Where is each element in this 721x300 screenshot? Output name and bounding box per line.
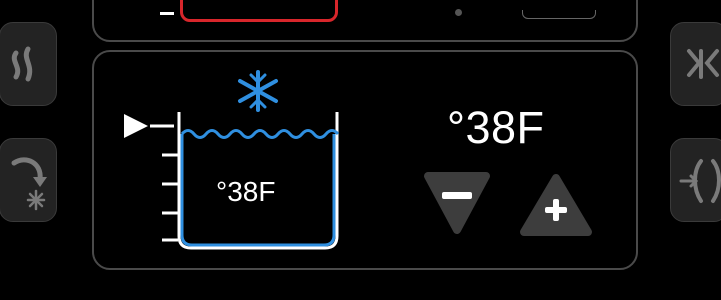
- minus-icon: [442, 192, 472, 199]
- upper-slot: [522, 10, 596, 19]
- upper-tick: [160, 12, 174, 15]
- temperature-panel: °38F °38F: [92, 50, 638, 270]
- decrease-button[interactable]: [422, 170, 492, 236]
- defrost-icon: [687, 49, 719, 79]
- defrost-button[interactable]: [670, 22, 721, 106]
- upper-panel: [92, 0, 638, 42]
- cool-cycle-icon: [11, 157, 47, 211]
- target-temperature: °38F: [447, 102, 545, 153]
- level-ticks: [162, 153, 178, 242]
- heat-mode-button[interactable]: [0, 22, 57, 106]
- current-temperature: °38F: [216, 176, 276, 207]
- temp-bar[interactable]: [180, 0, 338, 22]
- fan-button[interactable]: [670, 138, 721, 222]
- heat-waves-icon: [11, 46, 33, 82]
- play-pointer-icon: [124, 114, 148, 138]
- fan-icon: [679, 159, 721, 203]
- snowflake-icon: [238, 70, 278, 112]
- cool-cycle-button[interactable]: [0, 138, 57, 222]
- increase-button[interactable]: [518, 172, 594, 238]
- upper-dot: [455, 9, 462, 16]
- tank-graphic: [124, 70, 340, 250]
